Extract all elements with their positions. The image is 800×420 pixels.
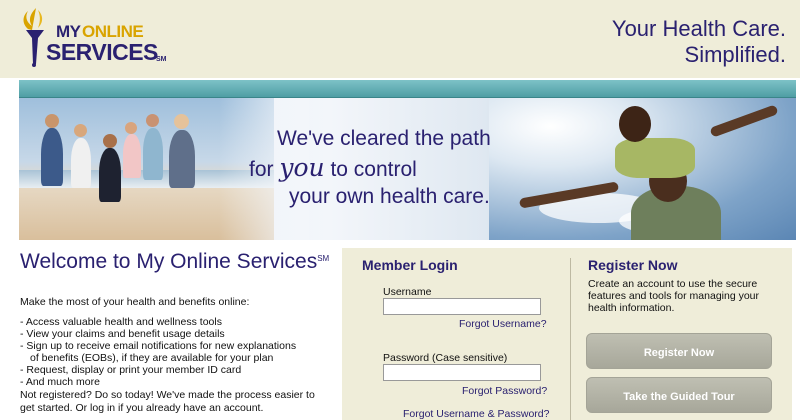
banner-line-1: We've cleared the path [277, 127, 491, 150]
family-member-figure [71, 138, 91, 188]
intro-text: Make the most of your health and benefit… [20, 296, 250, 308]
register-now-title: Register Now [588, 257, 678, 273]
hero-banner: We've cleared the path for you to contro… [19, 98, 796, 240]
forgot-username-password-link[interactable]: Forgot Username & Password? [403, 408, 549, 420]
family-member-figure [41, 128, 63, 186]
banner-line-2: for you to control [249, 153, 417, 184]
page-title: Welcome to My Online ServicesSM [20, 250, 329, 274]
banner-line-2-pre: for [249, 158, 280, 181]
service-mark: SM [317, 254, 330, 263]
list-item: - Access valuable health and wellness to… [20, 316, 222, 328]
my-online-services-logo[interactable]: MY ONLINE SERVICES SM [16, 6, 176, 70]
list-item: - And much more [20, 376, 100, 388]
tagline: Your Health Care. Simplified. [612, 16, 786, 68]
not-registered-text: Not registered? Do so today! We've made … [20, 389, 315, 414]
logo-services-text: SERVICES [46, 39, 158, 65]
family-member-figure [143, 128, 163, 180]
list-item: of benefits (EOBs), if they are availabl… [30, 352, 274, 364]
son-figure [615, 138, 695, 178]
benefits-list: - Access valuable health and wellness to… [20, 316, 296, 388]
family-member-head [125, 122, 137, 134]
username-input[interactable] [383, 298, 541, 315]
guided-tour-button[interactable]: Take the Guided Tour [586, 377, 772, 413]
banner-line-3: your own health care. [289, 185, 490, 208]
nav-bar [19, 80, 796, 98]
banner-line-2-post: to control [324, 158, 417, 181]
username-label: Username [383, 286, 432, 298]
forgot-password-link[interactable]: Forgot Password? [462, 385, 547, 397]
son-head [619, 106, 651, 142]
header: MY ONLINE SERVICES SM Your Health Care. … [0, 0, 800, 78]
page-title-text: Welcome to My Online Services [20, 250, 318, 273]
panel-divider [570, 258, 571, 420]
banner-emphasis: you [279, 153, 325, 182]
family-member-head [74, 124, 87, 137]
family-member-figure [169, 130, 195, 188]
list-item: - View your claims and benefit usage det… [20, 328, 225, 340]
member-login-title: Member Login [362, 257, 458, 273]
forgot-username-link[interactable]: Forgot Username? [459, 318, 547, 330]
logo-sm-mark: SM [156, 56, 167, 63]
family-member-head [146, 114, 159, 127]
password-label: Password (Case sensitive) [383, 352, 508, 364]
register-now-button[interactable]: Register Now [586, 333, 772, 369]
family-member-head [45, 114, 59, 128]
register-description: Create an account to use the secure feat… [588, 278, 760, 314]
list-item: - Request, display or print your member … [20, 364, 242, 376]
family-member-figure [123, 134, 141, 178]
list-item: - Sign up to receive email notifications… [20, 340, 297, 352]
tagline-line-1: Your Health Care. [611, 16, 786, 41]
family-member-head [174, 114, 189, 129]
family-member-head [103, 134, 117, 148]
password-input[interactable] [383, 364, 541, 381]
tagline-line-2: Simplified. [684, 42, 786, 67]
family-member-figure [99, 148, 121, 202]
